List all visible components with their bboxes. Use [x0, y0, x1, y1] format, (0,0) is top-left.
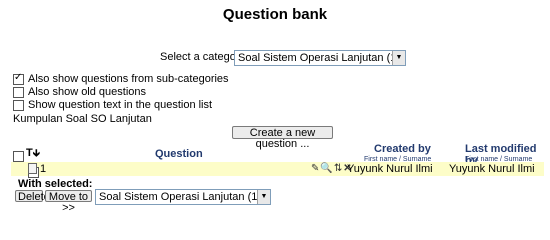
- chevron-down-icon: ▼: [392, 51, 405, 65]
- question-text-checkbox[interactable]: [13, 99, 24, 111]
- type-column-header[interactable]: T🡳: [26, 146, 40, 163]
- old-questions-checkbox[interactable]: [13, 86, 24, 98]
- preview-icon[interactable]: 🔍: [320, 163, 333, 174]
- option-question-text-label: Show question text in the question list: [28, 99, 213, 112]
- move-icon[interactable]: ⇅: [334, 163, 343, 174]
- option-subcategories-label: Also show questions from sub-categories: [28, 73, 229, 86]
- document-icon: [28, 163, 37, 174]
- move-target-select[interactable]: Soal Sistem Operasi Lanjutan (1) ▼: [95, 189, 271, 205]
- subcategories-checkbox[interactable]: [13, 72, 24, 85]
- question-column-header[interactable]: Question: [155, 148, 203, 160]
- with-selected-label: With selected:: [18, 178, 93, 190]
- type-column-label: T: [26, 147, 33, 159]
- move-target-value: Soal Sistem Operasi Lanjutan (1): [99, 191, 262, 203]
- category-select-value: Soal Sistem Operasi Lanjutan (1): [238, 52, 401, 64]
- category-select[interactable]: Soal Sistem Operasi Lanjutan (1) ▼: [234, 50, 406, 66]
- move-to-button[interactable]: Move to >>: [45, 190, 92, 214]
- option-old-questions-label: Also show old questions: [28, 86, 147, 99]
- category-name: Kumpulan Soal SO Lanjutan: [13, 113, 152, 125]
- down-arrow-icon: 🡳: [32, 148, 40, 159]
- delete-button[interactable]: Delete: [15, 190, 50, 203]
- page-title: Question bank: [222, 6, 328, 23]
- edit-icon[interactable]: ✎: [311, 163, 320, 174]
- modified-by-value: Yuyunk Nurul Ilmi: [449, 163, 535, 175]
- question-name: 1: [40, 163, 47, 175]
- chevron-down-icon: ▼: [257, 190, 270, 204]
- select-all-checkbox[interactable]: [13, 151, 24, 163]
- option-subcategories[interactable]: Also show questions from sub-categories: [13, 72, 229, 86]
- option-question-text[interactable]: Show question text in the question list: [13, 99, 212, 111]
- option-old-questions[interactable]: Also show old questions: [13, 86, 146, 98]
- create-question-button[interactable]: Create a new question ...: [232, 126, 333, 150]
- created-by-value: Yuyunk Nurul Ilmi: [347, 163, 433, 175]
- created-by-column-header[interactable]: Created by: [374, 143, 431, 155]
